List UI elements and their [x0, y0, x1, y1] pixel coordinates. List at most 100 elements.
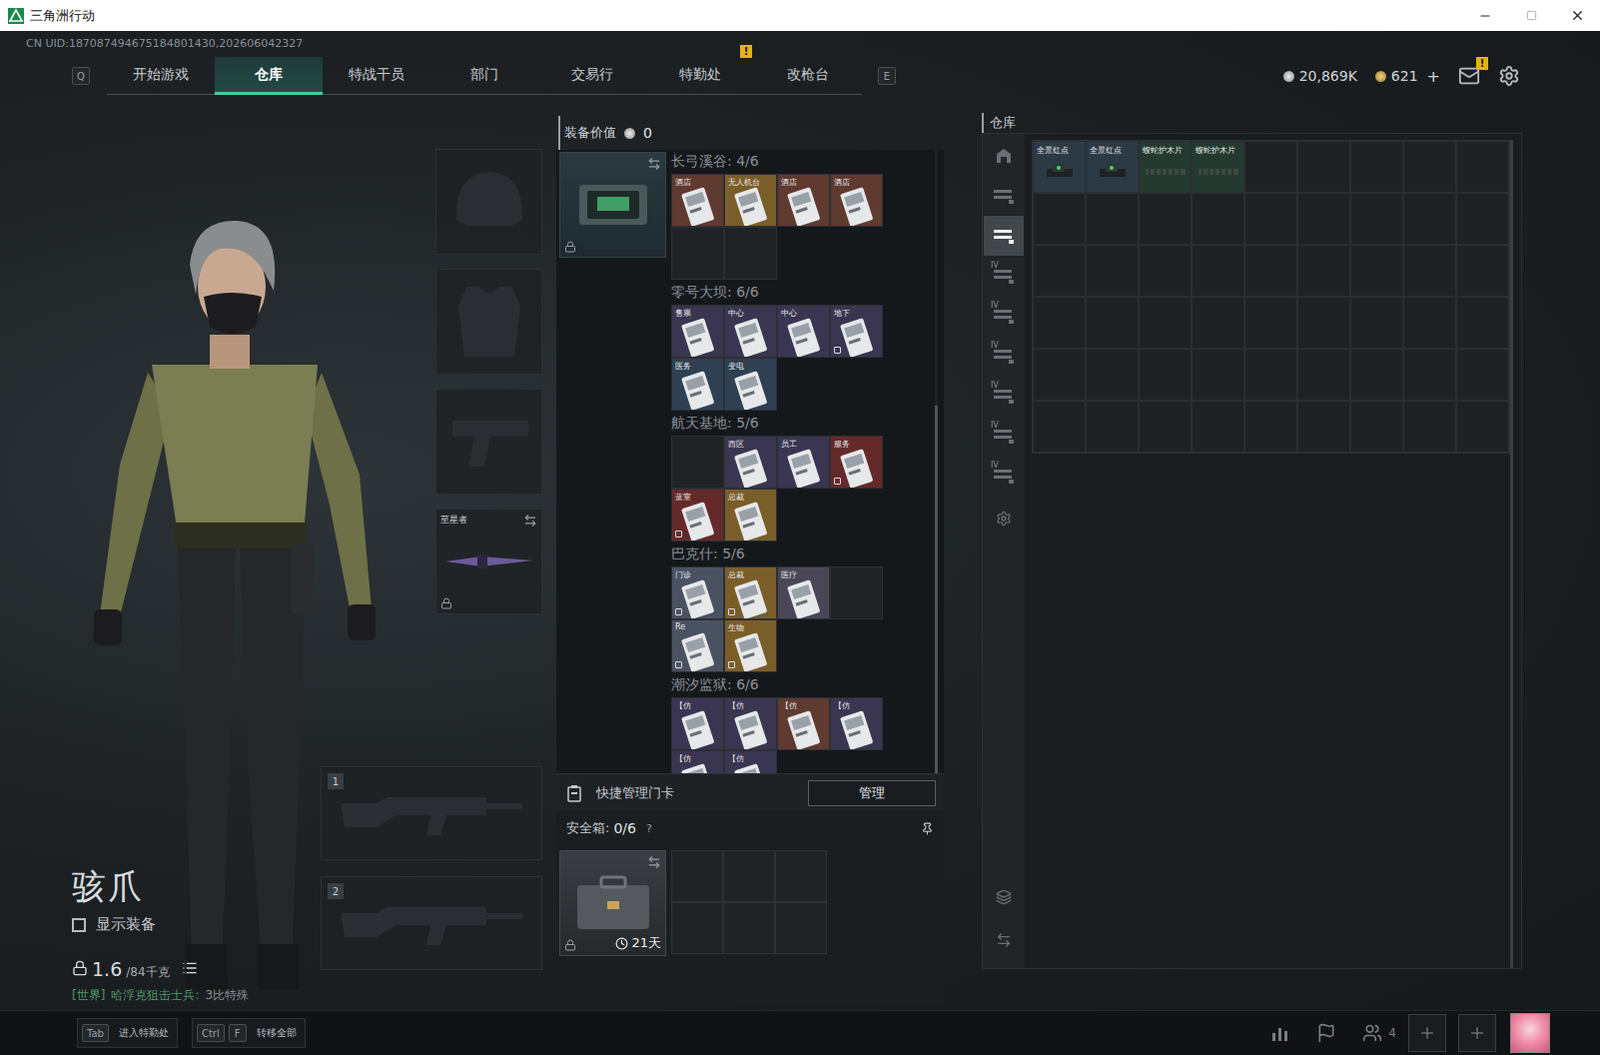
weapon-slot[interactable]: 2: [320, 875, 543, 970]
keycard[interactable]: 西区: [724, 435, 778, 489]
empty-slot[interactable]: [775, 901, 827, 954]
empty-slot[interactable]: [1297, 192, 1351, 245]
empty-slot[interactable]: [1138, 296, 1192, 349]
empty-slot[interactable]: [1244, 140, 1298, 193]
player-avatar[interactable]: [1510, 1012, 1551, 1053]
empty-slot[interactable]: [1350, 244, 1404, 297]
empty-slot[interactable]: [1297, 400, 1351, 453]
keycard[interactable]: 【仿: [671, 697, 725, 751]
empty-slot[interactable]: [1350, 348, 1404, 401]
nav-tab[interactable]: 仓库: [214, 56, 323, 95]
empty-slot[interactable]: [671, 849, 724, 902]
empty-slot[interactable]: [1403, 140, 1457, 193]
warehouse-item[interactable]: 蝮蛇护木片: [1191, 140, 1245, 193]
keycard[interactable]: 酒店: [829, 173, 883, 227]
maximize-button[interactable]: [1508, 0, 1555, 31]
keycard[interactable]: 医务: [671, 357, 725, 411]
keycard[interactable]: 中心: [724, 304, 778, 358]
empty-slot[interactable]: [1032, 244, 1086, 297]
nav-tab[interactable]: 改枪台: [754, 56, 862, 95]
warehouse-tool[interactable]: [983, 919, 1024, 960]
warehouse-tab[interactable]: IV: [983, 295, 1024, 336]
keycard[interactable]: 服务: [829, 435, 883, 489]
empty-slot[interactable]: [1297, 140, 1351, 193]
keycard[interactable]: 酒店: [671, 173, 725, 227]
empty-slot[interactable]: [671, 226, 725, 280]
shortcut-hint[interactable]: CtrlF转移全部: [191, 1017, 306, 1048]
empty-slot[interactable]: [1138, 348, 1192, 401]
empty-slot[interactable]: [1191, 296, 1245, 349]
empty-slot[interactable]: [1085, 348, 1139, 401]
equipment-slot[interactable]: [435, 268, 543, 375]
empty-slot[interactable]: [1403, 244, 1457, 297]
warehouse-tool[interactable]: [983, 498, 1024, 539]
warehouse-tab[interactable]: IV: [983, 415, 1024, 456]
shortcut-hint[interactable]: Tab进入特勤处: [76, 1017, 178, 1048]
keycard[interactable]: 【仿: [829, 697, 883, 751]
empty-slot[interactable]: [1085, 192, 1139, 245]
scroll-thumb[interactable]: [934, 405, 938, 774]
warehouse-tab[interactable]: IV: [983, 455, 1024, 496]
empty-slot[interactable]: [1297, 296, 1351, 349]
warehouse-tool[interactable]: [983, 876, 1024, 917]
empty-slot[interactable]: [723, 849, 776, 902]
equipment-slot[interactable]: 至星者: [435, 508, 543, 615]
nav-tab[interactable]: 开始游戏: [106, 56, 215, 95]
keycard[interactable]: 医疗: [777, 566, 830, 620]
empty-slot[interactable]: [1191, 244, 1245, 297]
keycard[interactable]: 总裁: [724, 488, 778, 542]
empty-slot[interactable]: [1138, 192, 1192, 245]
empty-slot[interactable]: [1403, 400, 1457, 453]
nav-tab[interactable]: 特勤处!: [646, 56, 755, 95]
safe-box-item[interactable]: 21天: [559, 849, 667, 956]
nav-tab[interactable]: 部门: [430, 56, 539, 95]
warehouse-tab[interactable]: IV: [983, 375, 1024, 416]
keycard[interactable]: 总裁: [724, 566, 778, 620]
empty-slot[interactable]: [1032, 400, 1086, 453]
empty-slot[interactable]: [1456, 296, 1510, 349]
keycard-holder[interactable]: [559, 151, 667, 258]
manage-button[interactable]: 管理: [807, 780, 936, 806]
empty-slot[interactable]: [723, 901, 776, 954]
empty-slot[interactable]: [1456, 192, 1510, 245]
equipment-slot[interactable]: [435, 148, 543, 255]
nav-tab[interactable]: 特战干员: [322, 56, 431, 95]
keycard[interactable]: 【仿: [671, 750, 725, 774]
warehouse-tab[interactable]: [983, 175, 1024, 216]
empty-slot[interactable]: [1032, 296, 1086, 349]
empty-slot[interactable]: [1403, 348, 1457, 401]
add-currency-button[interactable]: +: [1427, 66, 1441, 86]
flag-button[interactable]: [1316, 1022, 1337, 1043]
empty-slot[interactable]: [1138, 400, 1192, 453]
empty-slot[interactable]: [1350, 296, 1404, 349]
empty-slot[interactable]: [1456, 244, 1510, 297]
minimize-button[interactable]: [1462, 0, 1509, 31]
stats-button[interactable]: [1270, 1022, 1291, 1043]
warehouse-tab[interactable]: IV: [983, 255, 1024, 296]
keycard[interactable]: Re: [671, 619, 725, 673]
warehouse-tab[interactable]: [983, 135, 1024, 176]
scrollbar[interactable]: [934, 149, 938, 774]
keycard[interactable]: 地下: [829, 304, 883, 358]
equipment-slot[interactable]: [435, 388, 543, 495]
keycard[interactable]: 中心: [777, 304, 830, 358]
empty-slot[interactable]: [1244, 296, 1298, 349]
warehouse-item[interactable]: 蝮蛇护木片: [1138, 140, 1192, 193]
empty-slot[interactable]: [1403, 296, 1457, 349]
empty-slot[interactable]: [724, 226, 778, 280]
keycard[interactable]: 门诊: [671, 566, 725, 620]
empty-slot[interactable]: [1085, 400, 1139, 453]
empty-slot[interactable]: [775, 849, 827, 902]
mail-button[interactable]: !: [1458, 64, 1481, 87]
keycard[interactable]: 酒店: [777, 173, 830, 227]
show-equipment-toggle[interactable]: 显示装备: [71, 914, 249, 934]
invite-slot[interactable]: [1458, 1013, 1497, 1052]
warehouse-item[interactable]: 全景红点: [1032, 140, 1086, 193]
invite-slot[interactable]: [1408, 1013, 1447, 1052]
empty-slot[interactable]: [671, 435, 725, 489]
empty-slot[interactable]: [1456, 348, 1510, 401]
empty-slot[interactable]: [1456, 140, 1510, 193]
empty-slot[interactable]: [1350, 400, 1404, 453]
empty-slot[interactable]: [1032, 348, 1086, 401]
empty-slot[interactable]: [1350, 192, 1404, 245]
